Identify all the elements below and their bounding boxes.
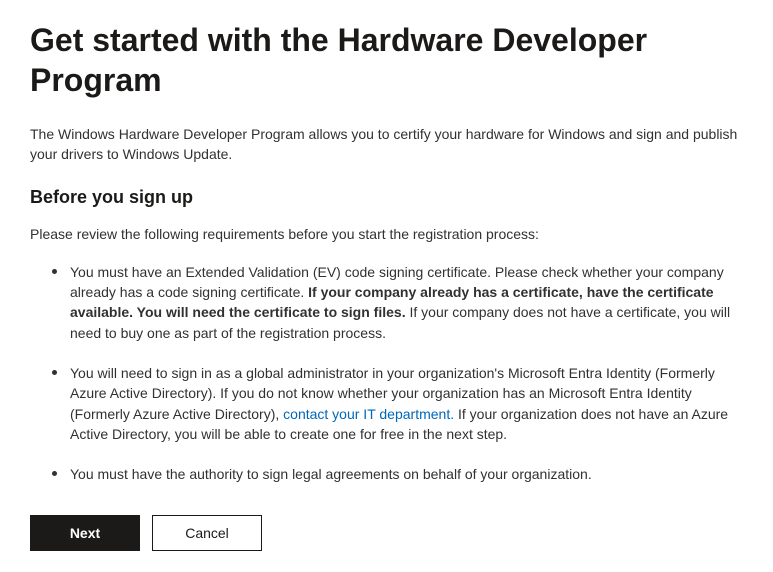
review-instructions: Please review the following requirements… bbox=[30, 224, 743, 244]
section-heading: Before you sign up bbox=[30, 187, 743, 208]
requirements-list: You must have an Extended Validation (EV… bbox=[30, 262, 743, 485]
page-title: Get started with the Hardware Developer … bbox=[30, 20, 743, 100]
button-row: Next Cancel bbox=[30, 515, 743, 551]
list-item: You must have an Extended Validation (EV… bbox=[68, 262, 743, 343]
list-item: You will need to sign in as a global adm… bbox=[68, 363, 743, 444]
contact-it-link[interactable]: contact your IT department. bbox=[283, 406, 454, 422]
intro-paragraph: The Windows Hardware Developer Program a… bbox=[30, 124, 743, 165]
list-item: You must have the authority to sign lega… bbox=[68, 464, 743, 484]
cancel-button[interactable]: Cancel bbox=[152, 515, 262, 551]
requirement-text: You must have the authority to sign lega… bbox=[70, 466, 592, 482]
next-button[interactable]: Next bbox=[30, 515, 140, 551]
